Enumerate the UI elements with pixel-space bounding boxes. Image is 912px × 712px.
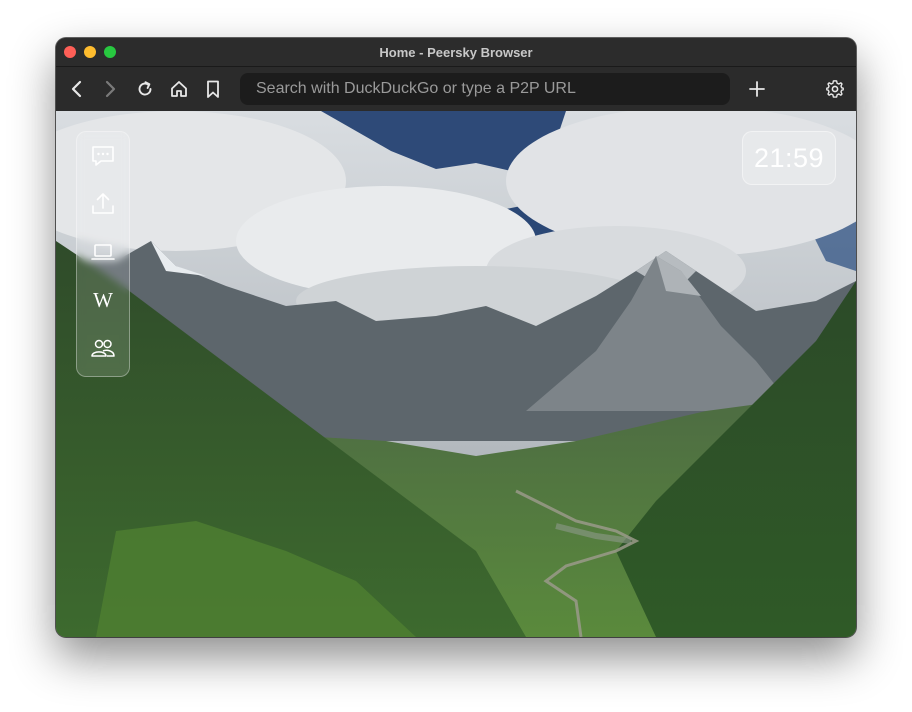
chevron-right-icon: [105, 80, 116, 98]
new-tab-button[interactable]: [745, 77, 769, 101]
forward-button[interactable]: [98, 77, 122, 101]
address-bar[interactable]: [240, 73, 730, 105]
toolbar: [56, 67, 856, 111]
clock-time: 21:59: [753, 142, 825, 173]
new-tab-page: W 21:59: [56, 111, 856, 637]
reload-button[interactable]: [133, 77, 157, 101]
quick-launch-sidebar: W: [76, 131, 130, 377]
people-icon: [91, 339, 115, 357]
upload-icon: [92, 193, 114, 214]
upload-button[interactable]: [88, 189, 118, 219]
home-button[interactable]: [167, 77, 191, 101]
title-bar: Home - Peersky Browser: [56, 38, 856, 67]
peers-button[interactable]: [88, 333, 118, 363]
chevron-left-icon: [71, 80, 82, 98]
bookmark-button[interactable]: [201, 77, 225, 101]
back-button[interactable]: [65, 77, 89, 101]
home-icon: [171, 81, 187, 97]
plus-icon: [749, 81, 765, 97]
device-button[interactable]: [88, 237, 118, 267]
settings-button[interactable]: [823, 77, 847, 101]
reload-icon: [138, 81, 152, 96]
browser-window: Home - Peersky Browser Search with DuckD…: [56, 38, 856, 637]
wikipedia-button[interactable]: W: [88, 285, 118, 315]
bookmark-icon: [207, 80, 219, 98]
wikipedia-glyph: W: [93, 288, 113, 312]
gear-icon: [826, 80, 844, 98]
mountain-valley-wallpaper: [56, 111, 856, 637]
chat-button[interactable]: [88, 141, 118, 171]
window-title: Home - Peersky Browser: [379, 45, 533, 60]
laptop-icon: [91, 244, 115, 260]
wikipedia-icon: W: [93, 288, 113, 312]
clock-widget: 21:59: [742, 131, 836, 185]
chat-bubble-icon: [92, 146, 114, 166]
